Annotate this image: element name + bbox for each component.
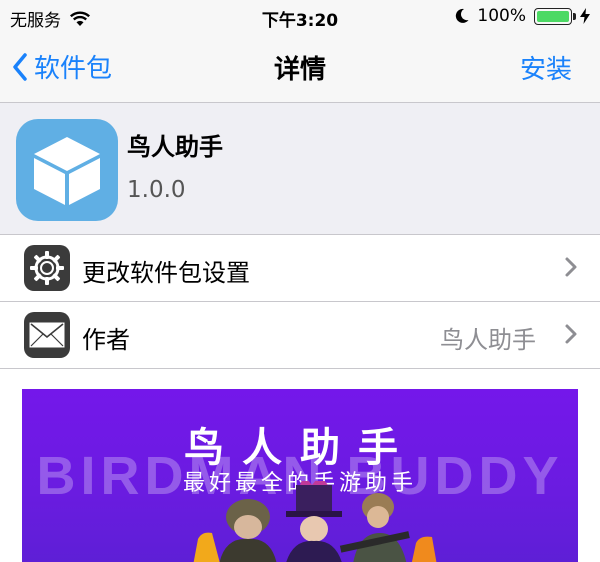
chevron-right-icon xyxy=(565,257,577,277)
status-bar: 无服务 下午3:20 100% xyxy=(0,0,600,34)
row-change-package-settings[interactable]: 更改软件包设置 xyxy=(0,235,600,302)
status-right: 100% xyxy=(455,6,590,26)
page-title: 详情 xyxy=(273,55,326,85)
battery-icon xyxy=(534,7,576,25)
install-button[interactable]: 安装 xyxy=(520,49,572,86)
navigation-bar: 软件包 详情 安装 xyxy=(0,34,600,103)
package-header: 鸟人助手 1.0.0 xyxy=(0,103,600,233)
package-box-icon xyxy=(16,119,118,221)
battery-fill xyxy=(537,10,569,22)
battery-percent: 100% xyxy=(477,6,526,26)
charging-bolt-icon xyxy=(580,8,590,24)
mail-icon xyxy=(24,312,70,358)
row-label: 更改软件包设置 xyxy=(82,259,250,287)
author-name: 鸟人助手 xyxy=(440,326,536,354)
row-author[interactable]: 作者 鸟人助手 xyxy=(0,302,600,369)
game-characters-illustration xyxy=(193,481,437,562)
package-name: 鸟人助手 xyxy=(127,133,223,161)
package-version: 1.0.0 xyxy=(127,177,186,203)
gear-icon xyxy=(24,245,70,291)
detail-list: 更改软件包设置 作者 鸟人助手 xyxy=(0,234,600,369)
row-label: 作者 xyxy=(82,326,130,354)
promo-banner: BIRDMAN BUDDY 鸟人助手 最好最全的手游助手 xyxy=(22,389,578,562)
chevron-right-icon xyxy=(565,324,577,344)
description-content: BIRDMAN BUDDY 鸟人助手 最好最全的手游助手 xyxy=(0,369,600,562)
moon-icon xyxy=(456,8,469,23)
